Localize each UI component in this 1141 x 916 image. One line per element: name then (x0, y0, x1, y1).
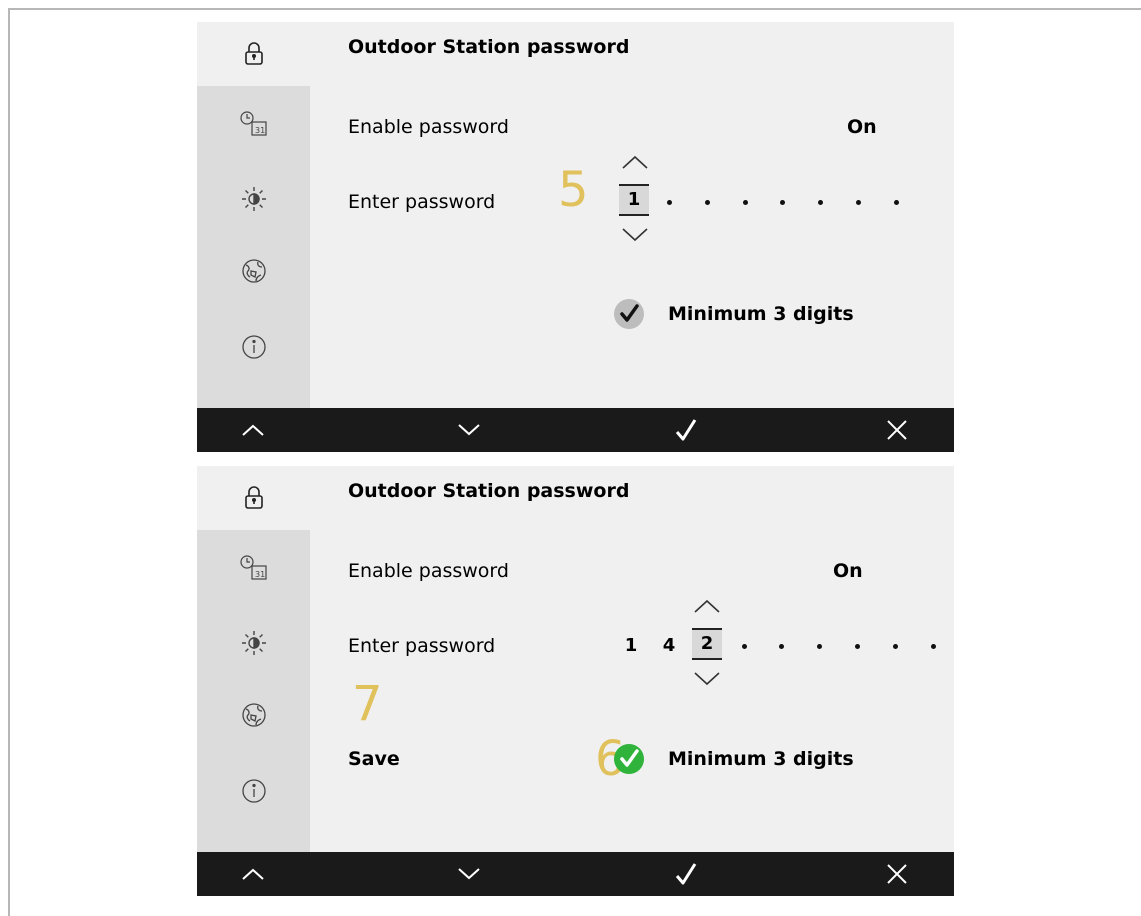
password-digit: 4 (662, 635, 676, 656)
password-digit-selected[interactable]: 1 (619, 184, 649, 216)
digit-up-arrow[interactable] (692, 597, 722, 615)
content-area: Outdoor Station password Enable password… (310, 466, 954, 852)
sidebar-item-datetime[interactable]: 31 (197, 92, 310, 156)
info-icon (241, 779, 266, 803)
digit-up-arrow[interactable] (620, 153, 650, 171)
password-dot (855, 644, 860, 649)
sidebar: 31 (197, 22, 310, 408)
chevron-down-icon (458, 868, 480, 880)
save-button[interactable]: Save (348, 748, 400, 770)
down-button[interactable] (439, 408, 499, 452)
password-dot (931, 644, 936, 649)
close-button[interactable] (867, 852, 927, 896)
sidebar-item-language[interactable] (197, 683, 310, 747)
sidebar-item-lock[interactable] (197, 22, 310, 86)
digit-down-arrow[interactable] (692, 670, 722, 688)
svg-text:31: 31 (255, 570, 265, 579)
screen-bottom: 31 Outdoor Station password Enable passw… (197, 466, 954, 896)
enter-password-label: Enter password (348, 635, 496, 657)
password-dot (856, 200, 861, 205)
globe-icon (241, 703, 266, 727)
password-dot (742, 644, 747, 649)
min-digits-check-icon (614, 744, 644, 774)
sidebar-item-brightness[interactable] (197, 611, 310, 675)
password-digit-selected[interactable]: 2 (692, 628, 722, 660)
close-icon (887, 864, 907, 884)
lock-icon (244, 42, 263, 65)
confirm-button[interactable] (656, 852, 716, 896)
close-icon (887, 420, 907, 440)
password-dot (780, 200, 785, 205)
svg-text:31: 31 (255, 126, 265, 135)
password-dot (817, 644, 822, 649)
clock-calendar-icon: 31 (239, 111, 267, 136)
check-icon (675, 863, 697, 885)
brightness-icon (241, 631, 266, 655)
page-title: Outdoor Station password (348, 36, 630, 58)
chevron-up-icon (242, 868, 264, 880)
enable-password-value[interactable]: On (833, 560, 863, 582)
content-area: Outdoor Station password Enable password… (310, 22, 954, 408)
lock-icon (244, 486, 263, 509)
bottom-bar (197, 852, 954, 896)
password-dot (705, 200, 710, 205)
sidebar-item-brightness[interactable] (197, 167, 310, 231)
up-button[interactable] (223, 408, 283, 452)
min-digits-check-icon (614, 299, 644, 329)
password-dot (894, 200, 899, 205)
enable-password-value[interactable]: On (847, 116, 877, 138)
sidebar-item-info[interactable] (197, 315, 310, 379)
password-dot (818, 200, 823, 205)
annotation-7: 7 (352, 676, 383, 732)
check-icon (675, 419, 697, 441)
annotation-5: 5 (558, 162, 589, 218)
bottom-bar (197, 408, 954, 452)
password-dot (667, 200, 672, 205)
min-digits-label: Minimum 3 digits (668, 303, 854, 325)
clock-calendar-icon: 31 (239, 555, 267, 580)
confirm-button[interactable] (656, 408, 716, 452)
info-icon (241, 335, 266, 359)
page-title: Outdoor Station password (348, 480, 630, 502)
sidebar: 31 (197, 466, 310, 852)
password-dot (893, 644, 898, 649)
sidebar-item-lock[interactable] (197, 466, 310, 530)
chevron-down-icon (458, 424, 480, 436)
digit-down-arrow[interactable] (620, 226, 650, 244)
enable-password-label: Enable password (348, 560, 509, 582)
chevron-up-icon (242, 424, 264, 436)
close-button[interactable] (867, 408, 927, 452)
sidebar-item-language[interactable] (197, 239, 310, 303)
screen-top: 31 Outdoor Station password Enable passw… (197, 22, 954, 452)
password-dot (743, 200, 748, 205)
enable-password-label: Enable password (348, 116, 509, 138)
sidebar-item-datetime[interactable]: 31 (197, 536, 310, 600)
sidebar-item-info[interactable] (197, 759, 310, 823)
password-digit: 1 (624, 635, 638, 656)
globe-icon (241, 259, 266, 283)
brightness-icon (241, 187, 266, 211)
up-button[interactable] (223, 852, 283, 896)
down-button[interactable] (439, 852, 499, 896)
password-dot (779, 644, 784, 649)
min-digits-label: Minimum 3 digits (668, 748, 854, 770)
enter-password-label: Enter password (348, 191, 496, 213)
